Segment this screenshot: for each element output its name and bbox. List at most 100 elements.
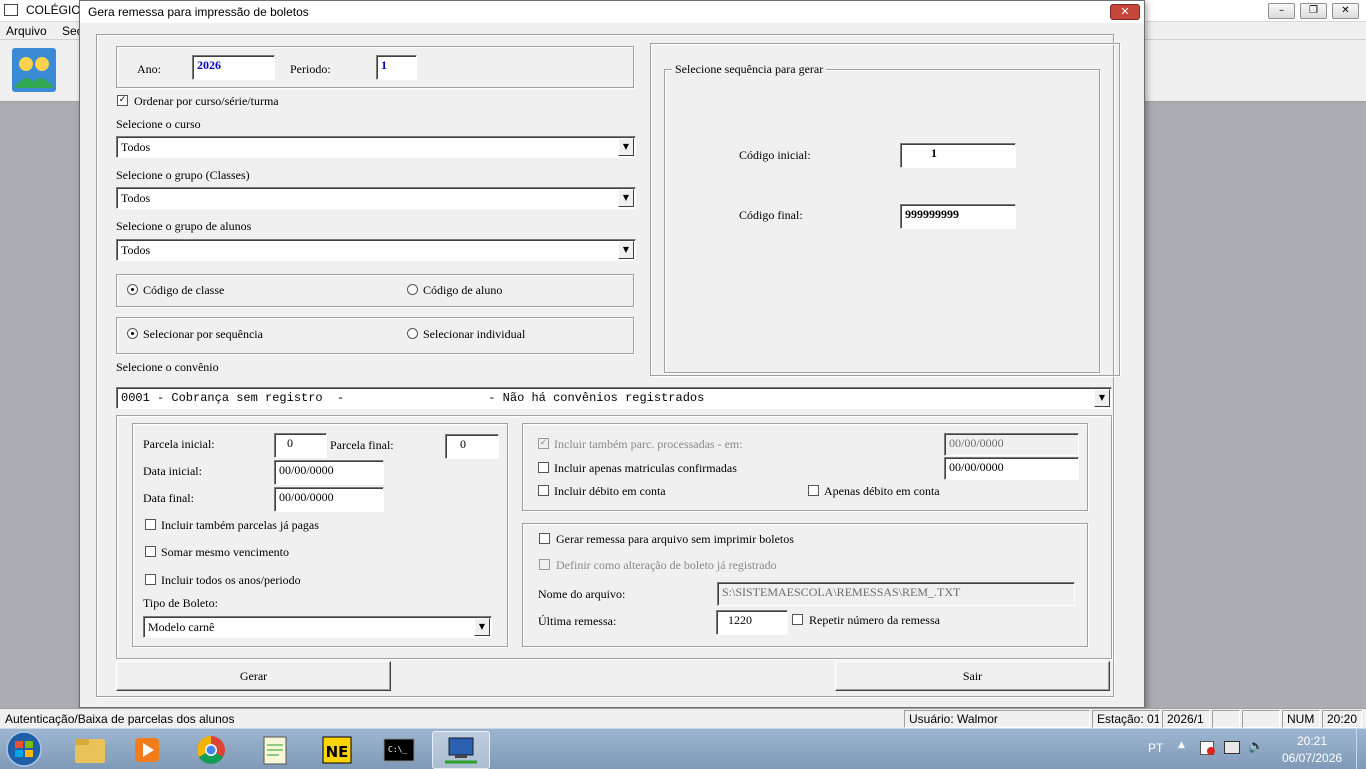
- codigo-inicial-input[interactable]: 1: [900, 143, 1016, 168]
- show-hidden-icons-icon[interactable]: ▲: [1178, 740, 1185, 750]
- remessa-dialog: Gera remessa para impressão de boletos ✕…: [79, 0, 1145, 708]
- taskbar-chrome[interactable]: [185, 731, 237, 769]
- ano-input[interactable]: 2026: [192, 55, 275, 80]
- tipo-boleto-select-value: Modelo carnê: [148, 620, 215, 634]
- language-indicator[interactable]: PT: [1148, 741, 1163, 755]
- sair-button[interactable]: Sair: [835, 661, 1110, 691]
- svg-text:NE: NE: [326, 743, 349, 761]
- chevron-down-icon[interactable]: ▼: [618, 138, 634, 156]
- gerar-button[interactable]: Gerar: [116, 661, 391, 691]
- chrome-icon: [197, 736, 225, 764]
- network-icon[interactable]: [1224, 741, 1240, 754]
- clock-time[interactable]: 20:21: [1297, 734, 1327, 748]
- restore-button[interactable]: ❐: [1300, 3, 1327, 19]
- taskbar-network-app[interactable]: [432, 731, 490, 769]
- windows-start-icon: [6, 731, 42, 767]
- ultima-remessa-input[interactable]: 1220: [716, 610, 788, 635]
- codigo-classe-radio[interactable]: [127, 284, 138, 295]
- status-estacao: Estação: 01: [1092, 710, 1160, 728]
- somar-vencimento-label: Somar mesmo vencimento: [161, 545, 289, 559]
- tipo-boleto-select[interactable]: Modelo carnê ▼: [143, 616, 492, 638]
- sequencia-label: Selecionar por sequência: [143, 327, 263, 341]
- chevron-down-icon[interactable]: ▼: [618, 241, 634, 259]
- menu-arquivo[interactable]: Arquivo: [6, 24, 47, 38]
- somar-vencimento-checkbox[interactable]: [145, 546, 156, 557]
- apenas-debito-checkbox[interactable]: [808, 485, 819, 496]
- incluir-processadas-checkbox[interactable]: ✓: [538, 438, 549, 449]
- individual-radio[interactable]: [407, 328, 418, 339]
- incluir-pagas-checkbox[interactable]: [145, 519, 156, 530]
- repetir-label: Repetir número da remessa: [809, 613, 940, 627]
- incluir-pagas-label: Incluir também parcelas já pagas: [161, 518, 319, 532]
- show-desktop-button[interactable]: [1356, 729, 1366, 769]
- convenio-select[interactable]: 0001 - Cobrança sem registro - - Não há …: [116, 387, 1112, 409]
- incluir-debito-checkbox[interactable]: [538, 485, 549, 496]
- repetir-checkbox[interactable]: [792, 614, 803, 625]
- confirmadas-date-input[interactable]: 00/00/0000: [944, 457, 1079, 480]
- codigo-aluno-label: Código de aluno: [423, 283, 503, 297]
- status-empty-1: [1212, 710, 1240, 728]
- grupo-classes-select[interactable]: Todos ▼: [116, 187, 636, 209]
- grupo-alunos-select[interactable]: Todos ▼: [116, 239, 636, 261]
- toolbar-students-button[interactable]: [8, 44, 60, 96]
- ano-label: Ano:: [137, 62, 161, 76]
- status-num: NUM: [1282, 710, 1320, 728]
- dialog-close-button[interactable]: ✕: [1110, 4, 1140, 20]
- chevron-down-icon[interactable]: ▼: [618, 189, 634, 207]
- app-icon: [4, 4, 18, 16]
- apenas-confirmadas-checkbox[interactable]: [538, 462, 549, 473]
- curso-label: Selecione o curso: [116, 117, 201, 131]
- periodo-input[interactable]: 1: [376, 55, 417, 80]
- tipo-boleto-label: Tipo de Boleto:: [143, 596, 218, 610]
- grupo-alunos-select-value: Todos: [121, 243, 151, 257]
- minimize-button[interactable]: –: [1268, 3, 1295, 19]
- chevron-down-icon[interactable]: ▼: [474, 618, 490, 636]
- status-usuario: Usuário: Walmor: [904, 710, 1090, 728]
- parcela-final-input[interactable]: 0: [445, 434, 499, 459]
- incluir-anos-checkbox[interactable]: [145, 574, 156, 585]
- codigo-aluno-radio[interactable]: [407, 284, 418, 295]
- grupo-classes-select-value: Todos: [121, 191, 151, 205]
- data-final-label: Data final:: [143, 491, 194, 505]
- statusbar: Autenticação/Baixa de parcelas dos aluno…: [0, 708, 1366, 728]
- chevron-down-icon[interactable]: ▼: [1094, 389, 1110, 407]
- parcela-inicial-input[interactable]: 0: [274, 433, 327, 458]
- taskbar-nero[interactable]: NE: [311, 731, 363, 769]
- action-center-icon[interactable]: [1200, 741, 1215, 755]
- media-player-icon: [135, 738, 159, 762]
- close-button[interactable]: ✕: [1332, 3, 1359, 19]
- taskbar-cmd[interactable]: C:\_: [373, 731, 425, 769]
- parcela-final-label: Parcela final:: [330, 438, 394, 452]
- taskbar: NE C:\_ PT ▲ 🔈 20:21 06/07/2026: [0, 728, 1366, 769]
- status-periodo: 2026/1: [1162, 710, 1210, 728]
- ordenar-checkbox[interactable]: ✓: [117, 95, 128, 106]
- grupo-classes-label: Selecione o grupo (Classes): [116, 168, 250, 182]
- codigo-final-input[interactable]: 999999999: [900, 204, 1016, 229]
- codigo-classe-label: Código de classe: [143, 283, 225, 297]
- sequencia-radio[interactable]: [127, 328, 138, 339]
- taskbar-notepad[interactable]: [249, 731, 301, 769]
- status-time: 20:20: [1322, 710, 1362, 728]
- start-button[interactable]: [4, 730, 44, 768]
- taskbar-explorer[interactable]: [64, 731, 116, 769]
- parcela-inicial-label: Parcela inicial:: [143, 437, 215, 451]
- students-icon: [12, 48, 56, 92]
- app-title: COLÉGIO: [26, 3, 81, 17]
- processadas-date-input[interactable]: 00/00/0000: [944, 433, 1079, 456]
- definir-alteracao-checkbox[interactable]: [539, 559, 550, 570]
- status-empty-2: [1242, 710, 1280, 728]
- apenas-confirmadas-label: Incluir apenas matriculas confirmadas: [554, 461, 737, 475]
- data-final-input[interactable]: 00/00/0000: [274, 487, 384, 512]
- taskbar-media-player[interactable]: [121, 731, 173, 769]
- incluir-debito-label: Incluir débito em conta: [554, 484, 666, 498]
- individual-label: Selecionar individual: [423, 327, 526, 341]
- data-inicial-input[interactable]: 00/00/0000: [274, 460, 384, 485]
- ordenar-label: Ordenar por curso/série/turma: [134, 94, 279, 108]
- curso-select[interactable]: Todos ▼: [116, 136, 636, 158]
- volume-icon[interactable]: 🔈: [1248, 739, 1264, 754]
- gerar-arquivo-checkbox[interactable]: [539, 533, 550, 544]
- nome-arquivo-input[interactable]: S:\SISTEMAESCOLA\REMESSAS\REM_.TXT: [717, 582, 1075, 606]
- data-inicial-label: Data inicial:: [143, 464, 202, 478]
- gerar-button-label: Gerar: [239, 669, 268, 683]
- clock-date[interactable]: 06/07/2026: [1282, 751, 1342, 765]
